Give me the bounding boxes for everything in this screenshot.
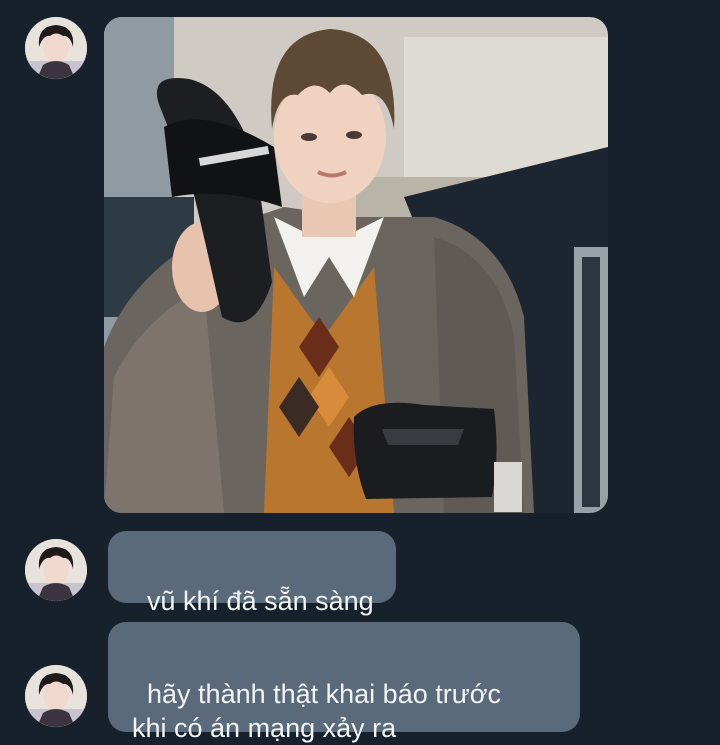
photo-message[interactable]: [104, 17, 608, 513]
message-bubble[interactable]: vũ khí đã sẵn sàng: [108, 531, 396, 616]
avatar-icon: [25, 17, 87, 79]
sender-avatar[interactable]: [25, 17, 87, 79]
avatar-icon: [25, 539, 87, 601]
message-text: vũ khí đã sẵn sàng: [147, 586, 374, 616]
avatar-icon: [25, 665, 87, 727]
message-bubble[interactable]: hãy thành thật khai báo trước khi có án …: [108, 622, 580, 743]
message-text: hãy thành thật khai báo trước khi có án …: [132, 679, 502, 743]
sender-avatar[interactable]: [25, 665, 87, 727]
photo-icon: [104, 17, 608, 513]
sender-avatar[interactable]: [25, 539, 87, 601]
